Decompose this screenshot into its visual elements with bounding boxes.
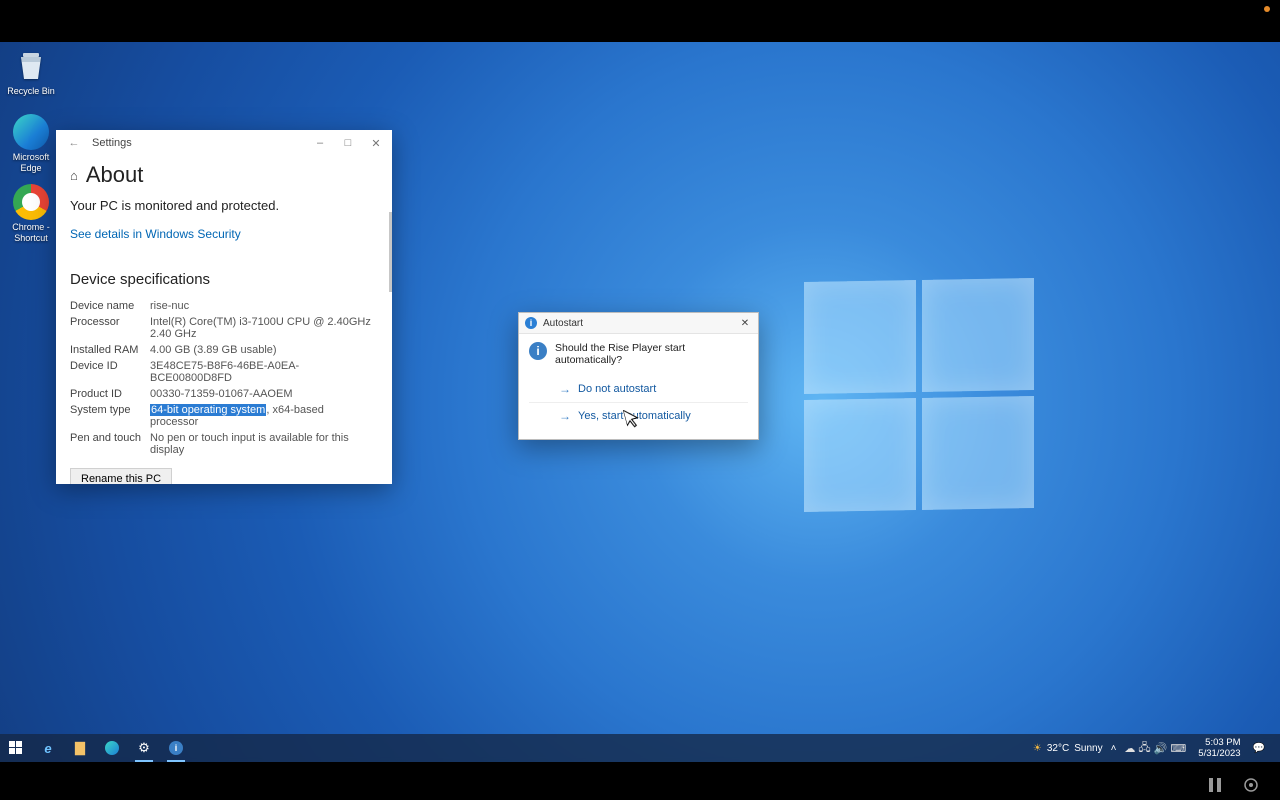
info-icon: i [525, 317, 537, 329]
option-do-not-autostart[interactable]: → Do not autostart [529, 376, 748, 402]
icon-label: Recycle Bin [4, 86, 58, 97]
dialog-close-button[interactable]: ✕ [736, 318, 754, 329]
ie-taskbar-icon[interactable]: e [32, 734, 64, 762]
riseplayer-taskbar-icon[interactable]: i [160, 734, 192, 762]
autostart-dialog: i Autostart ✕ i Should the Rise Player s… [518, 312, 759, 440]
protection-status-text: Your PC is monitored and protected. [70, 198, 378, 213]
file-explorer-taskbar-icon[interactable]: ▇ [64, 734, 96, 762]
dialog-question: Should the Rise Player start automatical… [555, 342, 748, 366]
desktop[interactable]: Recycle Bin Microsoft Edge Chrome - Shor… [0, 42, 1280, 762]
page-title: About [86, 162, 144, 188]
chrome-shortcut-icon[interactable]: Chrome - Shortcut [4, 184, 58, 244]
minimize-button[interactable]: – [306, 130, 334, 156]
start-button[interactable] [0, 734, 32, 762]
weather-widget[interactable]: ☀ 32°C Sunny [1033, 743, 1103, 754]
device-specs-heading: Device specifications [70, 271, 378, 288]
language-tray-icon[interactable]: ⌨ [1170, 742, 1186, 755]
onedrive-tray-icon[interactable]: ☁ [1124, 742, 1135, 755]
settings-taskbar-icon[interactable]: ⚙ [128, 734, 160, 762]
clock[interactable]: 5:03 PM 5/31/2023 [1194, 737, 1244, 759]
info-icon: i [529, 342, 547, 360]
dialog-title: Autostart [543, 318, 583, 329]
network-tray-icon[interactable]: 🖧 [1138, 739, 1150, 758]
arrow-right-icon: → [559, 382, 571, 396]
recycle-bin-icon[interactable]: Recycle Bin [4, 48, 58, 97]
volume-tray-icon[interactable]: 🔊 [1154, 742, 1168, 755]
close-button[interactable]: ✕ [362, 130, 390, 156]
scrollbar[interactable] [389, 212, 392, 292]
arrow-right-icon: → [559, 409, 571, 423]
selected-text: 64-bit operating system [150, 404, 266, 416]
edge-icon[interactable]: Microsoft Edge [4, 114, 58, 174]
record-indicator [1264, 6, 1270, 12]
windows-security-link[interactable]: See details in Windows Security [70, 227, 241, 241]
window-title: Settings [92, 137, 132, 149]
icon-label: Chrome - Shortcut [4, 222, 58, 244]
windows-wallpaper-logo [804, 278, 1034, 512]
tray-chevron-up-icon[interactable]: ˄ [1111, 743, 1117, 754]
taskbar: e ▇ ⚙ i ☀ 32°C Sunny ˄ ☁ 🖧 🔊 ⌨ 5:03 PM 5… [0, 734, 1280, 762]
video-settings-button[interactable] [1242, 776, 1260, 794]
maximize-button[interactable]: □ [334, 130, 362, 156]
rename-pc-button[interactable]: Rename this PC [70, 468, 172, 484]
edge-taskbar-icon[interactable] [96, 734, 128, 762]
settings-window: ← Settings – □ ✕ ⌂ About Your PC is moni… [56, 130, 392, 484]
device-specs-table: Device namerise-nuc ProcessorIntel(R) Co… [70, 298, 378, 458]
option-yes-autostart[interactable]: → Yes, start automatically [529, 402, 748, 429]
video-pause-button[interactable] [1206, 776, 1224, 794]
back-button[interactable]: ← [64, 137, 84, 149]
sun-icon: ☀ [1033, 743, 1042, 754]
icon-label: Microsoft Edge [4, 152, 58, 174]
action-center-icon[interactable]: 💬 [1253, 743, 1265, 754]
home-icon: ⌂ [70, 168, 78, 183]
